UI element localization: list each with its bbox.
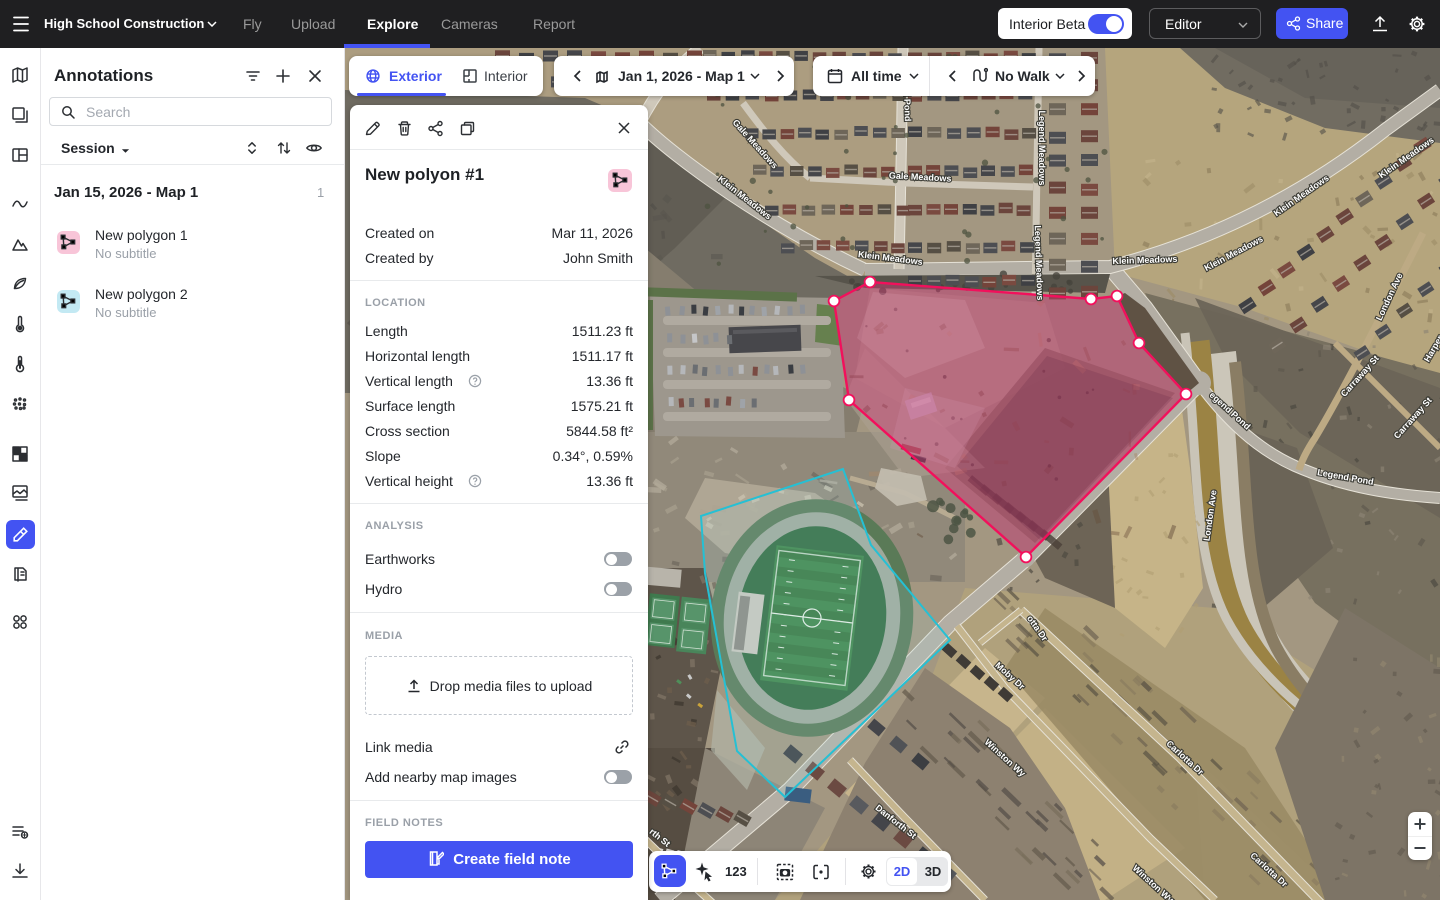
svg-text:Legend Meadows: Legend Meadows xyxy=(1037,110,1047,185)
